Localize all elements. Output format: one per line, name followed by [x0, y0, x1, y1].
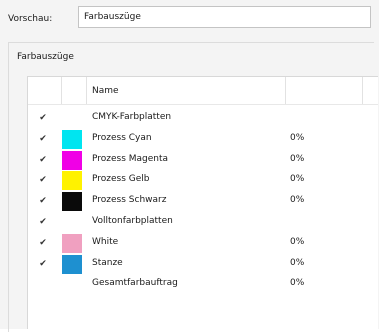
separation-name: Prozess Schwarz [92, 195, 167, 205]
separations-preview-panel: Vorschau: Farbauszüge Farbauszüge Name ✔… [0, 0, 379, 332]
checkmark-icon[interactable]: ✔ [38, 217, 48, 227]
column-separator[interactable] [285, 77, 286, 104]
ink-coverage-value: 0% [290, 154, 305, 164]
header-divider [28, 104, 378, 105]
column-separator[interactable] [61, 77, 62, 104]
separation-row[interactable]: ✔ Volltonfarbplatten [28, 212, 378, 233]
color-swatch [62, 130, 82, 149]
preview-row: Vorschau: [8, 10, 78, 28]
separation-row[interactable]: ✔ CMYK-Farbplatten [28, 108, 378, 129]
preview-label: Vorschau: [8, 14, 53, 24]
checkmark-icon[interactable]: ✔ [38, 175, 48, 185]
ink-coverage-value: 0% [290, 278, 305, 288]
preview-mode-select[interactable]: Farbauszüge [78, 6, 371, 28]
checkmark-icon[interactable]: ✔ [38, 196, 48, 206]
separation-name: Stanze [92, 258, 123, 268]
separation-name: Gesamtfarbauftrag [92, 278, 178, 288]
separations-group-title: Farbauszüge [16, 52, 75, 62]
separation-row[interactable]: ✔ Stanze 0% [28, 254, 378, 275]
color-swatch [62, 192, 82, 211]
color-swatch [62, 151, 82, 170]
color-swatch [62, 171, 82, 190]
checkmark-icon[interactable]: ✔ [38, 113, 48, 123]
ink-coverage-value: 0% [290, 133, 305, 143]
separation-name: Volltonfarbplatten [92, 216, 173, 226]
separation-name: White [92, 237, 119, 247]
separation-name: Prozess Magenta [92, 154, 169, 164]
color-swatch [62, 255, 82, 274]
column-header-name[interactable]: Name [92, 86, 119, 96]
separation-row[interactable]: ✔ Prozess Cyan 0% [28, 129, 378, 150]
ink-coverage-value: 0% [290, 174, 305, 184]
ink-coverage-value: 0% [290, 195, 305, 205]
separation-row[interactable]: Gesamtfarbauftrag 0% [28, 274, 378, 295]
column-separator[interactable] [362, 77, 363, 104]
separation-row[interactable]: ✔ Prozess Gelb 0% [28, 170, 378, 191]
checkmark-icon[interactable]: ✔ [38, 238, 48, 248]
separation-row[interactable]: ✔ Prozess Schwarz 0% [28, 191, 378, 212]
column-separator[interactable] [86, 77, 87, 104]
separation-name: Prozess Gelb [92, 174, 150, 184]
ink-coverage-value: 0% [290, 258, 305, 268]
checkmark-icon[interactable]: ✔ [38, 155, 48, 165]
color-swatch [62, 234, 82, 253]
separation-row[interactable]: ✔ Prozess Magenta 0% [28, 150, 378, 171]
ink-coverage-value: 0% [290, 237, 305, 247]
separation-row[interactable]: ✔ White 0% [28, 233, 378, 254]
checkmark-icon[interactable]: ✔ [38, 259, 48, 269]
separation-name: CMYK-Farbplatten [92, 112, 172, 122]
checkmark-icon[interactable]: ✔ [38, 134, 48, 144]
preview-mode-value: Farbauszüge [84, 12, 141, 22]
separation-name: Prozess Cyan [92, 133, 152, 143]
